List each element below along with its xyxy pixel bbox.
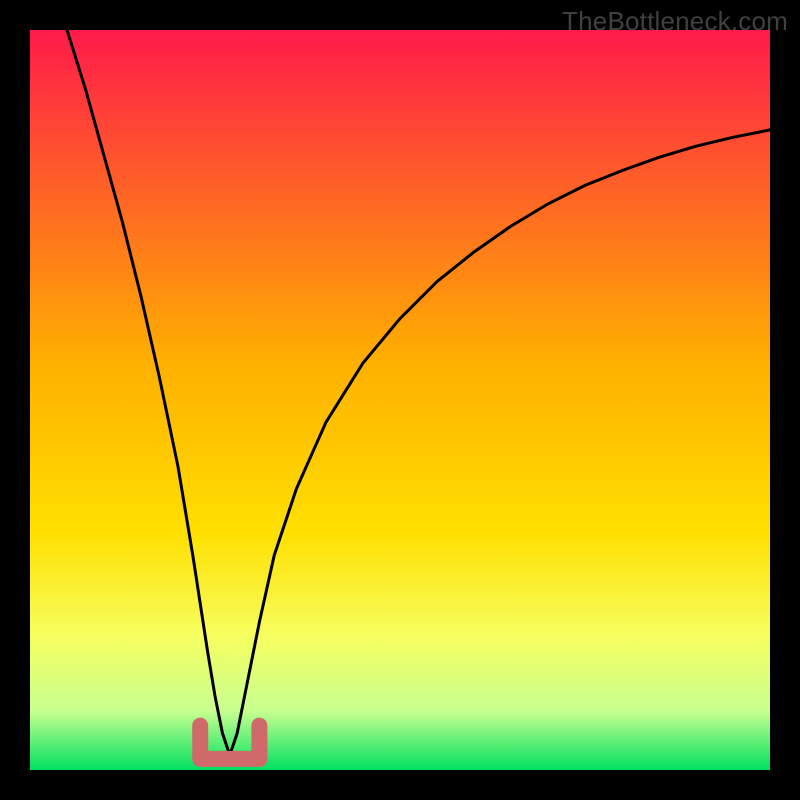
chart-frame: TheBottleneck.com [0,0,800,800]
gradient-background [30,30,770,770]
bottleneck-chart [0,0,800,800]
watermark-text: TheBottleneck.com [562,6,788,37]
